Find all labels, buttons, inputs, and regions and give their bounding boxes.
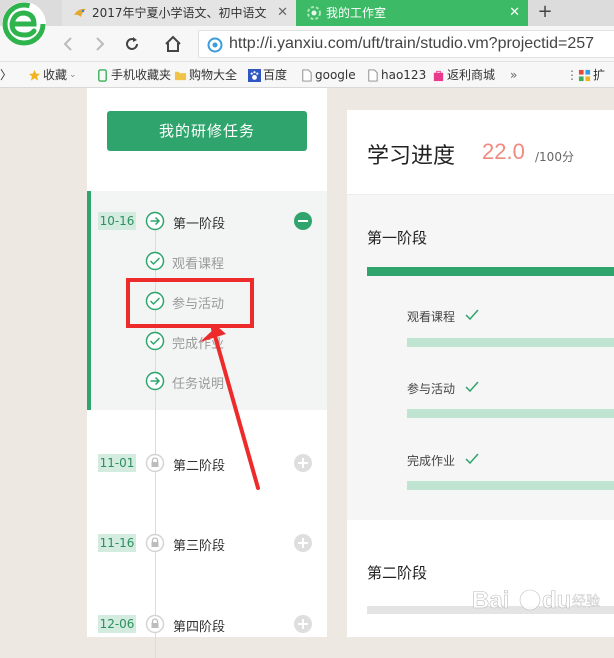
bookmark-shopping[interactable]: 购物大全 [174,62,237,88]
progress-label: 学习进度 [367,144,456,169]
check-icon [465,309,479,321]
progress-value: 22.0 [482,139,525,164]
check-icon [465,381,479,393]
bookmark-extensions[interactable]: 扩 [578,62,605,88]
stage-4-date: 12-06 [98,615,136,633]
my-training-tasks-button[interactable]: 我的研修任务 [107,111,307,151]
task-watch-course-bar [407,338,614,347]
url-text: http://i.yanxiu.com/uft/train/studio.vm?… [229,35,595,52]
chevron-right-icon [96,37,105,51]
close-icon[interactable]: ✕ [277,0,288,26]
stage-1-card-title: 第一阶段 [367,229,428,247]
stage-1-title[interactable]: 第一阶段 [173,213,225,232]
check-icon [465,453,479,465]
expand-plus-icon[interactable] [293,533,313,553]
expand-plus-icon[interactable] [293,614,313,634]
browser-logo-icon [2,2,46,46]
tab-inactive[interactable]: 2017年宁夏小学语文、初中语文 ✕ [62,0,296,26]
annotation-highlight-box [126,278,254,328]
lock-icon [145,453,165,473]
close-icon[interactable]: ✕ [509,0,520,26]
stage-3-date: 11-16 [98,534,136,552]
stage-2-card-title: 第二阶段 [367,564,428,582]
reload-button[interactable] [120,32,144,56]
svg-text:du: du [542,587,571,614]
back-button[interactable] [56,32,80,56]
main-panel: 学习进度 22.0 /100分 第一阶段 观看课程 参与活动 完成作业 第二阶段 [347,110,614,637]
stage-2-date: 11-01 [98,454,136,472]
chevron-right-icon: 〉 [0,68,13,82]
chevron-left-icon [63,37,72,51]
folder-icon [174,71,187,80]
task-watch-course-label: 观看课程 [407,310,456,324]
baidu-paw-icon [248,68,261,82]
home-icon [165,35,181,52]
bookmarks-more-button[interactable]: » [510,62,517,88]
browser-nav-bar: http://i.yanxiu.com/uft/train/studio.vm?… [0,26,614,62]
bookmark-mobile[interactable]: 手机收藏夹 [96,62,171,88]
star-icon [28,69,41,81]
bookmarks-bar: 〉 收藏 ⌄ 手机收藏夹 购物大全 百度 google hao123 返利商城 »… [0,62,614,88]
forward-button[interactable] [88,32,112,56]
new-tab-button[interactable]: + [534,0,556,26]
sub-item-task-description[interactable]: 任务说明 [172,373,224,392]
phone-icon [98,68,107,82]
bookmark-rebate-mall[interactable]: 返利商城 [432,62,495,88]
bookmark-hao123[interactable]: hao123 [366,62,426,88]
lock-icon [145,533,165,553]
security-shield-icon [207,37,223,53]
stage-1-card: 第一阶段 观看课程 参与活动 完成作业 [347,194,614,520]
check-circle-icon [145,331,165,351]
toolbar-divider: ⋮ [566,68,578,82]
bookmark-google[interactable]: google [300,62,356,88]
progress-max: /100分 [535,150,574,164]
bag-icon [433,70,444,81]
page-content: 我的研修任务 10-16 第一阶段 观看课程 参与活动 完成作业 任务说明 11… [0,88,614,658]
bookmark-favorites[interactable]: 收藏 ⌄ [28,62,77,88]
arrow-circle-icon [145,371,165,391]
expand-plus-icon[interactable] [293,453,313,473]
stage-1-progress-bar [367,267,614,276]
stage-3-title[interactable]: 第三阶段 [173,535,225,554]
tab-title: 我的工作室 [326,6,387,20]
check-circle-icon [145,251,165,271]
studio-icon [307,6,321,20]
page-icon [302,68,312,82]
page-icon [368,68,378,82]
bird-icon [74,8,86,17]
svg-text:经验: 经验 [572,594,600,610]
stage-4-title[interactable]: 第四阶段 [173,616,225,635]
baidu-jingyan-watermark: Bai du 经验 [472,587,601,615]
browser-tab-bar: 2017年宁夏小学语文、初中语文 ✕ 我的工作室 ✕ + [0,0,614,26]
sidebar: 我的研修任务 10-16 第一阶段 观看课程 参与活动 完成作业 任务说明 11… [87,88,327,658]
task-complete-homework-label: 完成作业 [407,454,456,468]
home-button[interactable] [161,32,185,56]
reload-icon [126,37,138,50]
tab-active[interactable]: 我的工作室 ✕ [296,0,528,26]
task-join-activity-label: 参与活动 [407,382,456,396]
bookmark-baidu[interactable]: 百度 [248,62,287,88]
grid-icon [578,69,591,81]
bookmarks-scroll-left[interactable]: 〉 [0,62,12,88]
stage-2-title[interactable]: 第二阶段 [173,455,225,474]
collapse-minus-icon[interactable] [293,211,313,231]
sub-item-watch-course[interactable]: 观看课程 [172,253,224,272]
sub-item-complete-homework[interactable]: 完成作业 [172,333,224,352]
stage-1-date: 10-16 [98,212,136,230]
lock-icon [145,614,165,634]
tab-title: 2017年宁夏小学语文、初中语文 [92,6,267,20]
task-join-activity-bar [407,409,614,418]
svg-text:Bai: Bai [472,587,509,614]
address-bar[interactable]: http://i.yanxiu.com/uft/train/studio.vm?… [198,30,614,58]
task-complete-homework-bar [407,481,614,490]
progress-header: 学习进度 22.0 /100分 [347,110,614,194]
arrow-circle-icon [145,211,165,231]
